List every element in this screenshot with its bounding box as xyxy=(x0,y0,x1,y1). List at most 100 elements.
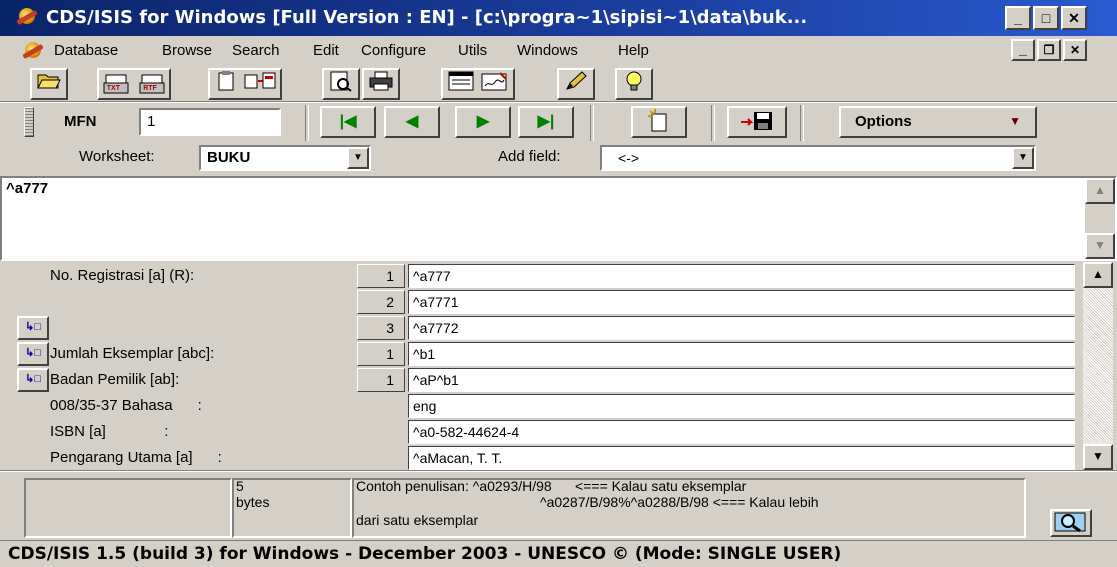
last-record-button[interactable]: ▶| xyxy=(518,106,574,138)
form-icon[interactable] xyxy=(446,70,476,92)
status-bar: CDS/ISIS 1.5 (build 3) for Windows - Dec… xyxy=(0,540,1117,567)
scroll-track[interactable] xyxy=(1083,288,1113,444)
hint-button[interactable] xyxy=(615,68,653,100)
grip-handle[interactable] xyxy=(24,107,34,137)
navigation-bar: MFN 1 |◀ ◀ ▶ ▶| Options ▼ xyxy=(0,103,1117,143)
options-label: Options xyxy=(855,113,912,130)
field-label: ISBN [a] : xyxy=(50,423,169,440)
print-icon xyxy=(369,71,393,91)
add-field-select[interactable]: <-> ▼ xyxy=(600,145,1036,171)
options-dropdown-arrow-icon: ▼ xyxy=(1009,114,1021,128)
close-button[interactable]: ✕ xyxy=(1061,6,1087,30)
child-minimize-button[interactable]: _ xyxy=(1011,39,1035,61)
open-database-button[interactable] xyxy=(30,68,68,100)
txt-export-icon[interactable]: TXT xyxy=(102,73,130,95)
worksheet-select[interactable]: BUKU ▼ xyxy=(199,145,371,171)
add-field-value: <-> xyxy=(618,150,640,166)
print-button[interactable] xyxy=(362,68,400,100)
occurrence-number: 1 xyxy=(357,368,405,392)
title-bar: CDS/ISIS for Windows [Full Version : EN]… xyxy=(0,0,1117,36)
repeat-field-icon[interactable]: ↳□ xyxy=(17,316,49,340)
occurrence-number: 1 xyxy=(357,342,405,366)
worksheet-bar: Worksheet: BUKU ▼ Add field: <-> ▼ xyxy=(0,143,1117,173)
window-title: CDS/ISIS for Windows [Full Version : EN]… xyxy=(46,7,808,28)
field-editor-area[interactable]: ^a777 ▲ ▼ xyxy=(0,176,1117,261)
clipboard-group xyxy=(208,68,282,100)
field-value-input[interactable]: ^b1 xyxy=(408,342,1075,366)
menu-configure[interactable]: Configure xyxy=(361,42,426,59)
first-record-button[interactable]: |◀ xyxy=(320,106,376,138)
field-label: Pengarang Utama [a] : xyxy=(50,449,222,466)
preview-icon xyxy=(330,71,352,92)
field-value-input[interactable]: ^aP^b1 xyxy=(408,368,1075,392)
new-record-button[interactable] xyxy=(631,106,687,138)
signature-icon[interactable] xyxy=(480,70,510,92)
previous-record-button[interactable]: ◀ xyxy=(384,106,440,138)
field-value-input[interactable]: ^aMacan, T. T. xyxy=(408,446,1075,470)
field-help-panel: Contoh penulisan: ^a0293/H/98 <=== Kalau… xyxy=(352,478,1026,538)
record-size-value: 5 xyxy=(236,478,244,494)
status-cell-empty xyxy=(24,478,232,538)
save-icon xyxy=(741,112,772,130)
document-icon[interactable] xyxy=(22,40,44,62)
edit-button[interactable] xyxy=(557,68,595,100)
worksheet-label: Worksheet: xyxy=(79,148,155,165)
menu-windows[interactable]: Windows xyxy=(517,42,578,59)
rtf-export-icon[interactable]: RTF xyxy=(138,73,166,95)
field-value-input[interactable]: ^a7772 xyxy=(408,316,1075,340)
rtf-label: RTF xyxy=(143,84,157,92)
menu-help[interactable]: Help xyxy=(618,42,649,59)
table-scroll-down-icon[interactable]: ▼ xyxy=(1083,444,1113,470)
menu-search[interactable]: Search xyxy=(232,42,280,59)
mfn-input[interactable]: 1 xyxy=(139,108,281,136)
clipboard-icon[interactable] xyxy=(213,70,239,92)
worksheet-value: BUKU xyxy=(207,149,251,166)
txt-label: TXT xyxy=(106,84,120,92)
next-record-button[interactable]: ▶ xyxy=(455,106,511,138)
form-group xyxy=(441,68,515,100)
maximize-button[interactable]: □ xyxy=(1033,6,1059,30)
field-label: Jumlah Eksemplar [abc]: xyxy=(50,345,215,362)
nav-separator-3 xyxy=(711,105,715,141)
field-value-input[interactable]: ^a777 xyxy=(408,264,1075,288)
editor-scroll-up-icon[interactable]: ▲ xyxy=(1085,178,1115,204)
main-toolbar: TXT RTF xyxy=(0,66,1117,102)
add-field-label: Add field: xyxy=(498,148,561,165)
field-label: No. Registrasi [a] (R): xyxy=(50,267,195,284)
search-button[interactable] xyxy=(1050,509,1092,537)
options-button[interactable]: Options ▼ xyxy=(839,106,1037,138)
mfn-label: MFN xyxy=(64,113,97,130)
status-bar-text: CDS/ISIS 1.5 (build 3) for Windows - Dec… xyxy=(8,544,842,564)
menu-edit[interactable]: Edit xyxy=(313,42,339,59)
help-text-line-2: ^a0287/B/98%^a0288/B/98 <=== Kalau lebih xyxy=(540,494,819,510)
repeat-field-icon[interactable]: ↳□ xyxy=(17,368,49,392)
preview-button[interactable] xyxy=(322,68,360,100)
table-scroll-up-icon[interactable]: ▲ xyxy=(1083,262,1113,288)
nav-separator-1 xyxy=(305,105,309,141)
field-label: 008/35-37 Bahasa : xyxy=(50,397,202,414)
field-value-input[interactable]: ^a7771 xyxy=(408,290,1075,314)
occurrence-number: 3 xyxy=(357,316,405,340)
cds-isis-app-icon xyxy=(16,6,38,28)
editor-scroll-down-icon[interactable]: ▼ xyxy=(1085,233,1115,259)
menu-database[interactable]: Database xyxy=(54,42,118,59)
pencil-icon xyxy=(566,71,587,90)
child-restore-button[interactable]: ❐ xyxy=(1037,39,1061,61)
record-size-panel: 5 bytes xyxy=(232,478,352,538)
field-value-input[interactable]: ^a0-582-44624-4 xyxy=(408,420,1075,444)
repeat-field-icon[interactable]: ↳□ xyxy=(17,342,49,366)
field-editor-text: ^a777 xyxy=(6,180,49,197)
field-value-input[interactable]: eng xyxy=(408,394,1075,418)
editor-scrollbar[interactable]: ▲ ▼ xyxy=(1085,178,1115,259)
add-field-dropdown-arrow-icon[interactable]: ▼ xyxy=(1012,147,1034,169)
save-record-button[interactable] xyxy=(727,106,787,138)
field-label: Badan Pemilik [ab]: xyxy=(50,371,180,388)
table-scrollbar[interactable]: ▲ ▼ xyxy=(1082,262,1114,470)
menu-browse[interactable]: Browse xyxy=(162,42,212,59)
worksheet-dropdown-arrow-icon[interactable]: ▼ xyxy=(347,147,369,169)
occurrence-number: 1 xyxy=(357,264,405,288)
child-close-button[interactable]: ✕ xyxy=(1063,39,1087,61)
minimize-button[interactable]: _ xyxy=(1005,6,1031,30)
copy-record-icon[interactable] xyxy=(243,70,277,92)
menu-utils[interactable]: Utils xyxy=(458,42,487,59)
